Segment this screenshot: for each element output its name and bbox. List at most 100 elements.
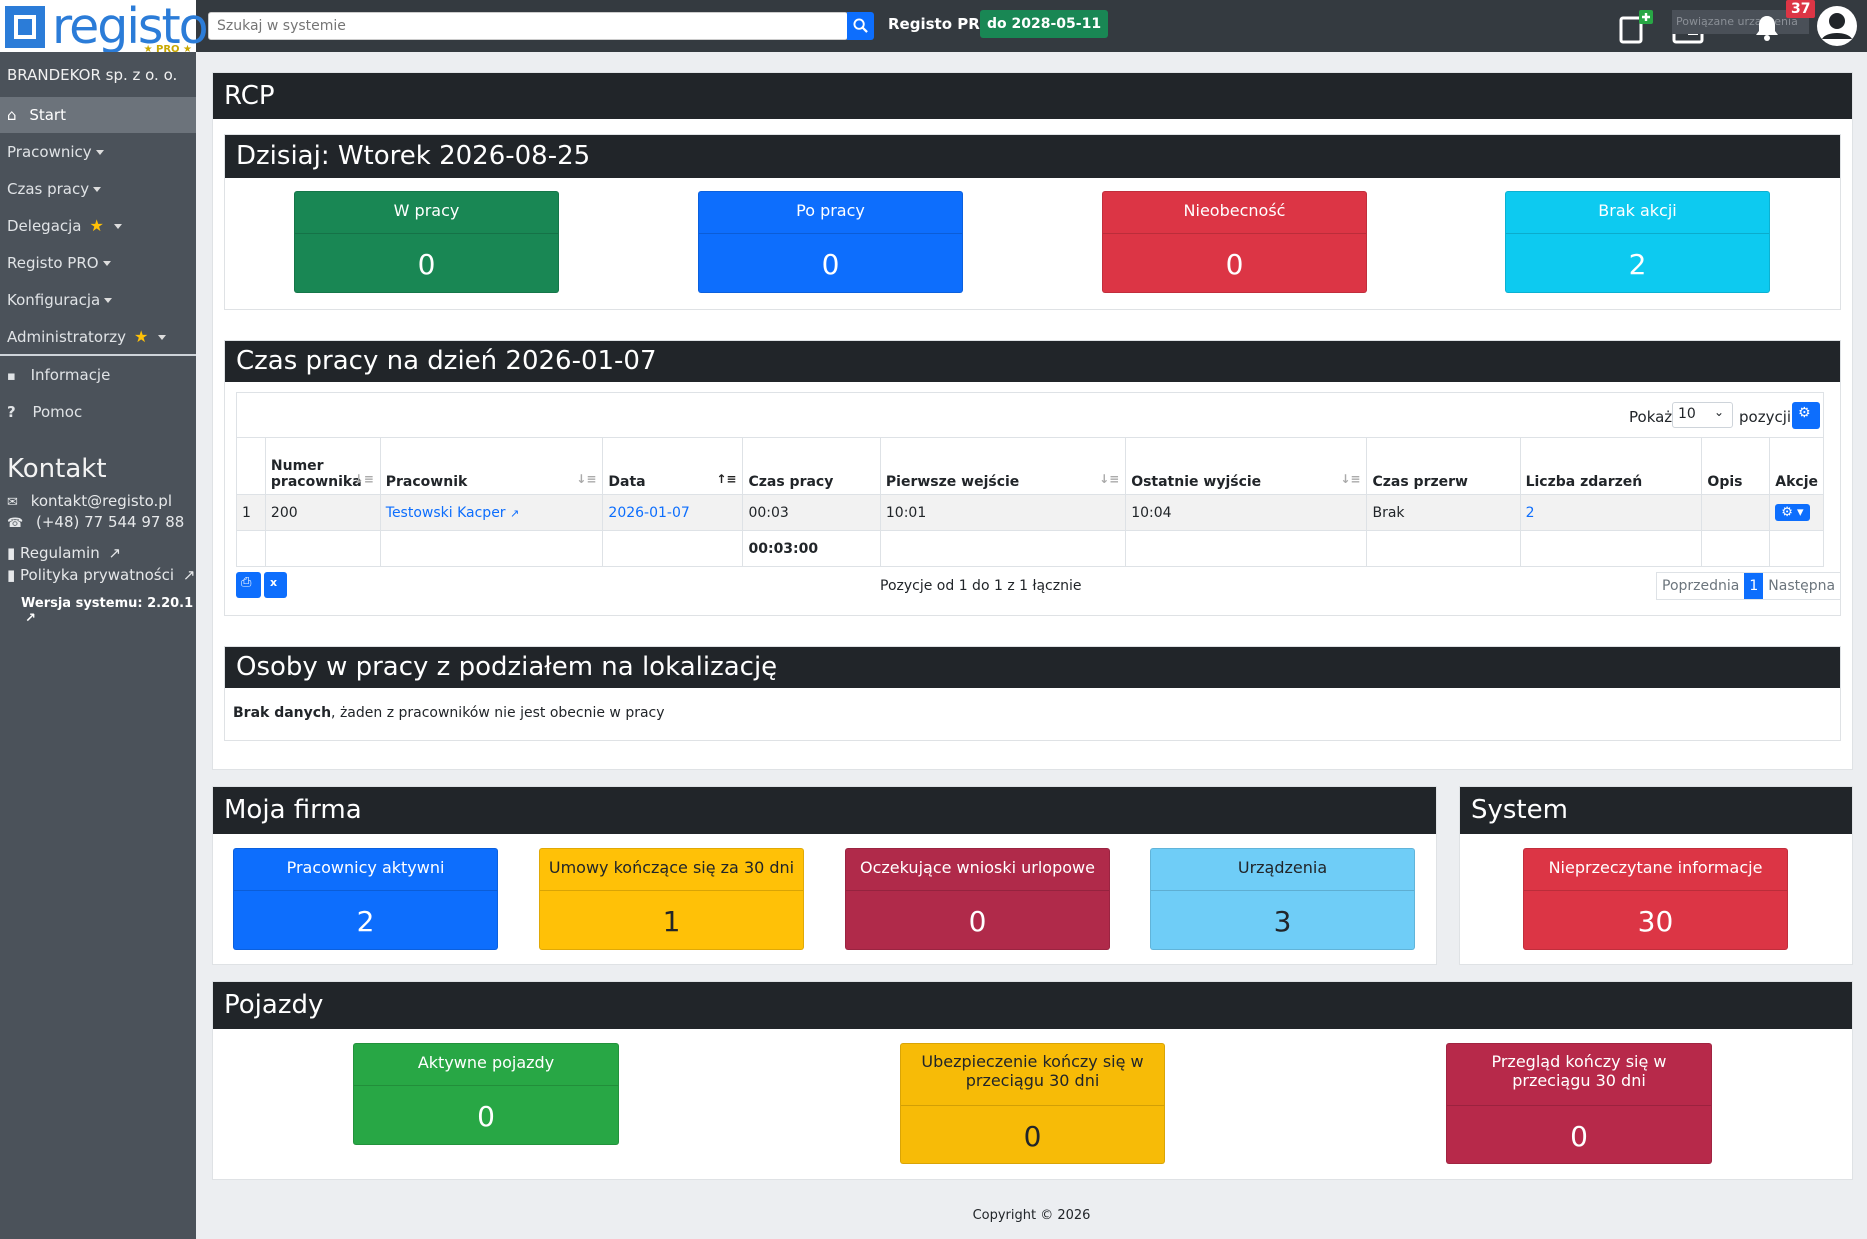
card-aktywne-pojazdy[interactable]: Aktywne pojazdy 0	[353, 1043, 619, 1145]
today-title: Dzisiaj: Wtorek 2026-08-25	[225, 135, 1840, 178]
add-device-button[interactable]	[1618, 10, 1656, 44]
column-label: Pierwsze wejście	[885, 474, 1020, 490]
sidebar-item-informacje[interactable]: ▪ Informacje	[0, 357, 196, 393]
card-nieobecnosc[interactable]: Nieobecność 0	[1102, 191, 1367, 293]
date-link[interactable]: 2026-01-07	[608, 505, 689, 521]
card-urzadzenia[interactable]: Urządzenia 3	[1150, 848, 1415, 950]
prev-page-button[interactable]: Poprzednia	[1657, 573, 1744, 599]
contact-email[interactable]: ✉ kontakt@registo.pl	[7, 492, 172, 510]
card-label: Urządzenia	[1151, 849, 1414, 891]
sidebar-item-pracownicy[interactable]: Pracownicy	[0, 134, 196, 170]
column-label: Czas pracy	[748, 474, 834, 490]
column-label: Pracownik	[385, 474, 468, 490]
card-value: 2	[1628, 248, 1647, 281]
column-header-akcje: Akcje	[1769, 437, 1824, 495]
card-value: 2	[356, 905, 375, 938]
sidebar-item-registo-pro[interactable]: Registo PRO	[0, 245, 196, 281]
page-1-button[interactable]: 1	[1744, 573, 1764, 599]
contact-phone[interactable]: ☎ (+48) 77 544 97 88	[7, 513, 184, 531]
registo-logo[interactable]: registo ★ PRO ★	[0, 0, 209, 58]
tablet-add-icon	[1619, 10, 1653, 44]
user-avatar-icon	[1817, 6, 1857, 46]
print-icon: ⎙	[241, 575, 252, 590]
cell-first-in: 10:01	[879, 494, 1127, 531]
sidebar-item-start[interactable]: ⌂ Start	[0, 97, 196, 133]
column-header-liczba-zdarzen[interactable]: Liczba zdarzeń	[1519, 437, 1703, 495]
page-size-value: 10	[1678, 406, 1696, 422]
system-version-link[interactable]: Wersja systemu: 2.20.1 ↗	[21, 596, 196, 626]
card-wnioski-urlopowe[interactable]: Oczekujące wnioski urlopowe 0	[845, 848, 1110, 950]
cell-last-out: 10:04	[1125, 494, 1368, 531]
sidebar-item-konfiguracja[interactable]: Konfiguracja	[0, 282, 196, 318]
column-header-pracownik[interactable]: Pracownik ↓≡	[379, 437, 604, 495]
cell-breaks: Brak	[1366, 494, 1521, 531]
print-button[interactable]: ⎙	[236, 572, 261, 598]
search-button[interactable]	[847, 12, 874, 40]
logo-square-icon	[5, 6, 45, 48]
row-actions-button[interactable]: ⚙ ▾	[1775, 504, 1810, 521]
card-w-pracy[interactable]: W pracy 0	[294, 191, 559, 293]
column-header-pierwsze-wejscie[interactable]: Pierwsze wejście ↓≡	[879, 437, 1127, 495]
card-po-pracy[interactable]: Po pracy 0	[698, 191, 963, 293]
cell-employee: Testowski Kacper ↗	[379, 494, 604, 531]
phone-icon: ☎	[7, 516, 24, 531]
column-header-numer[interactable]: Numer pracownika ↓≡	[264, 437, 381, 495]
card-umowy[interactable]: Umowy kończące się za 30 dni 1	[539, 848, 804, 950]
export-excel-button[interactable]: x	[264, 572, 287, 598]
book-icon: ▮	[7, 566, 16, 584]
sidebar-item-pomoc[interactable]: ? Pomoc	[0, 394, 196, 430]
card-value: 3	[1273, 905, 1292, 938]
sidebar-item-label: Administratorzy	[7, 328, 127, 346]
page-size-select[interactable]: 10 ⌄	[1672, 402, 1733, 428]
empty-text: , żaden z pracowników nie jest obecnie w…	[331, 705, 665, 721]
column-header-czas-pracy[interactable]: Czas pracy	[742, 437, 881, 495]
card-nieprzeczytane[interactable]: Nieprzeczytane informacje 30	[1523, 848, 1788, 950]
cell-desc	[1701, 494, 1771, 531]
card-przeglad[interactable]: Przegląd kończy się w przeciągu 30 dni 0	[1446, 1043, 1712, 1164]
privacy-link[interactable]: ▮ Polityka prywatności ↗	[7, 566, 195, 584]
column-header-opis[interactable]: Opis	[1701, 437, 1771, 495]
card-pracownicy-aktywni[interactable]: Pracownicy aktywni 2	[233, 848, 498, 950]
card-value: 0	[968, 905, 987, 938]
employee-link[interactable]: Testowski Kacper	[386, 505, 506, 521]
sidebar-item-delegacja[interactable]: Delegacja ★	[0, 208, 196, 244]
regulamin-link[interactable]: ▮ Regulamin ↗	[7, 544, 121, 562]
book-icon: ▮	[7, 544, 16, 562]
card-brak-akcji[interactable]: Brak akcji 2	[1505, 191, 1770, 293]
next-page-button[interactable]: Następna	[1763, 573, 1840, 599]
sidebar-item-label: Registo PRO	[7, 254, 99, 272]
column-header-ostatnie-wyjscie[interactable]: Ostatnie wyjście ↓≡	[1125, 437, 1368, 495]
sidebar-item-label: Pracownicy	[7, 143, 92, 161]
column-header-lp	[236, 437, 266, 495]
gears-icon: ⚙	[1798, 405, 1811, 421]
column-label: Akcje	[1775, 474, 1818, 490]
sidebar-item-czas-pracy[interactable]: Czas pracy	[0, 171, 196, 207]
sidebar-item-label: Start	[29, 106, 66, 124]
show-label: Pokaż	[1629, 408, 1673, 426]
card-label: Nieobecność	[1103, 192, 1366, 234]
sidebar-item-label: Czas pracy	[7, 180, 90, 198]
events-link[interactable]: 2	[1526, 505, 1535, 521]
search-input[interactable]	[208, 12, 848, 40]
sidebar-item-administratorzy[interactable]: Administratorzy ★	[0, 319, 196, 355]
user-menu-button[interactable]	[1816, 5, 1858, 47]
caret-down-icon	[104, 298, 113, 303]
card-value: 0	[417, 248, 436, 281]
pro-expiry-badge: do 2028-05-11	[980, 10, 1109, 38]
worktime-title: Czas pracy na dzień 2026-01-07	[225, 341, 1840, 382]
column-header-czas-przerw[interactable]: Czas przerw	[1366, 437, 1521, 495]
card-ubezpieczenie[interactable]: Ubezpieczenie kończy się w przeciągu 30 …	[900, 1043, 1165, 1164]
system-title: System	[1460, 787, 1852, 834]
card-label: Umowy kończące się za 30 dni	[540, 849, 803, 891]
column-header-data[interactable]: Data ↑≡	[602, 437, 744, 495]
worktime-table: Numer pracownika ↓≡ Pracownik ↓≡ Data ↑≡ Cz…	[236, 437, 1824, 567]
envelope-icon: ✉	[7, 495, 18, 510]
columns-settings-button[interactable]: ⚙	[1792, 402, 1820, 429]
card-label: Po pracy	[699, 192, 962, 234]
search-icon	[853, 18, 868, 33]
notifications-button[interactable]	[1752, 12, 1790, 44]
version-text: Wersja systemu: 2.20.1	[21, 596, 194, 611]
firm-title: Moja firma	[213, 787, 1436, 834]
external-link-icon[interactable]: ↗	[510, 507, 519, 520]
column-label: Ostatnie wyjście	[1131, 474, 1262, 490]
